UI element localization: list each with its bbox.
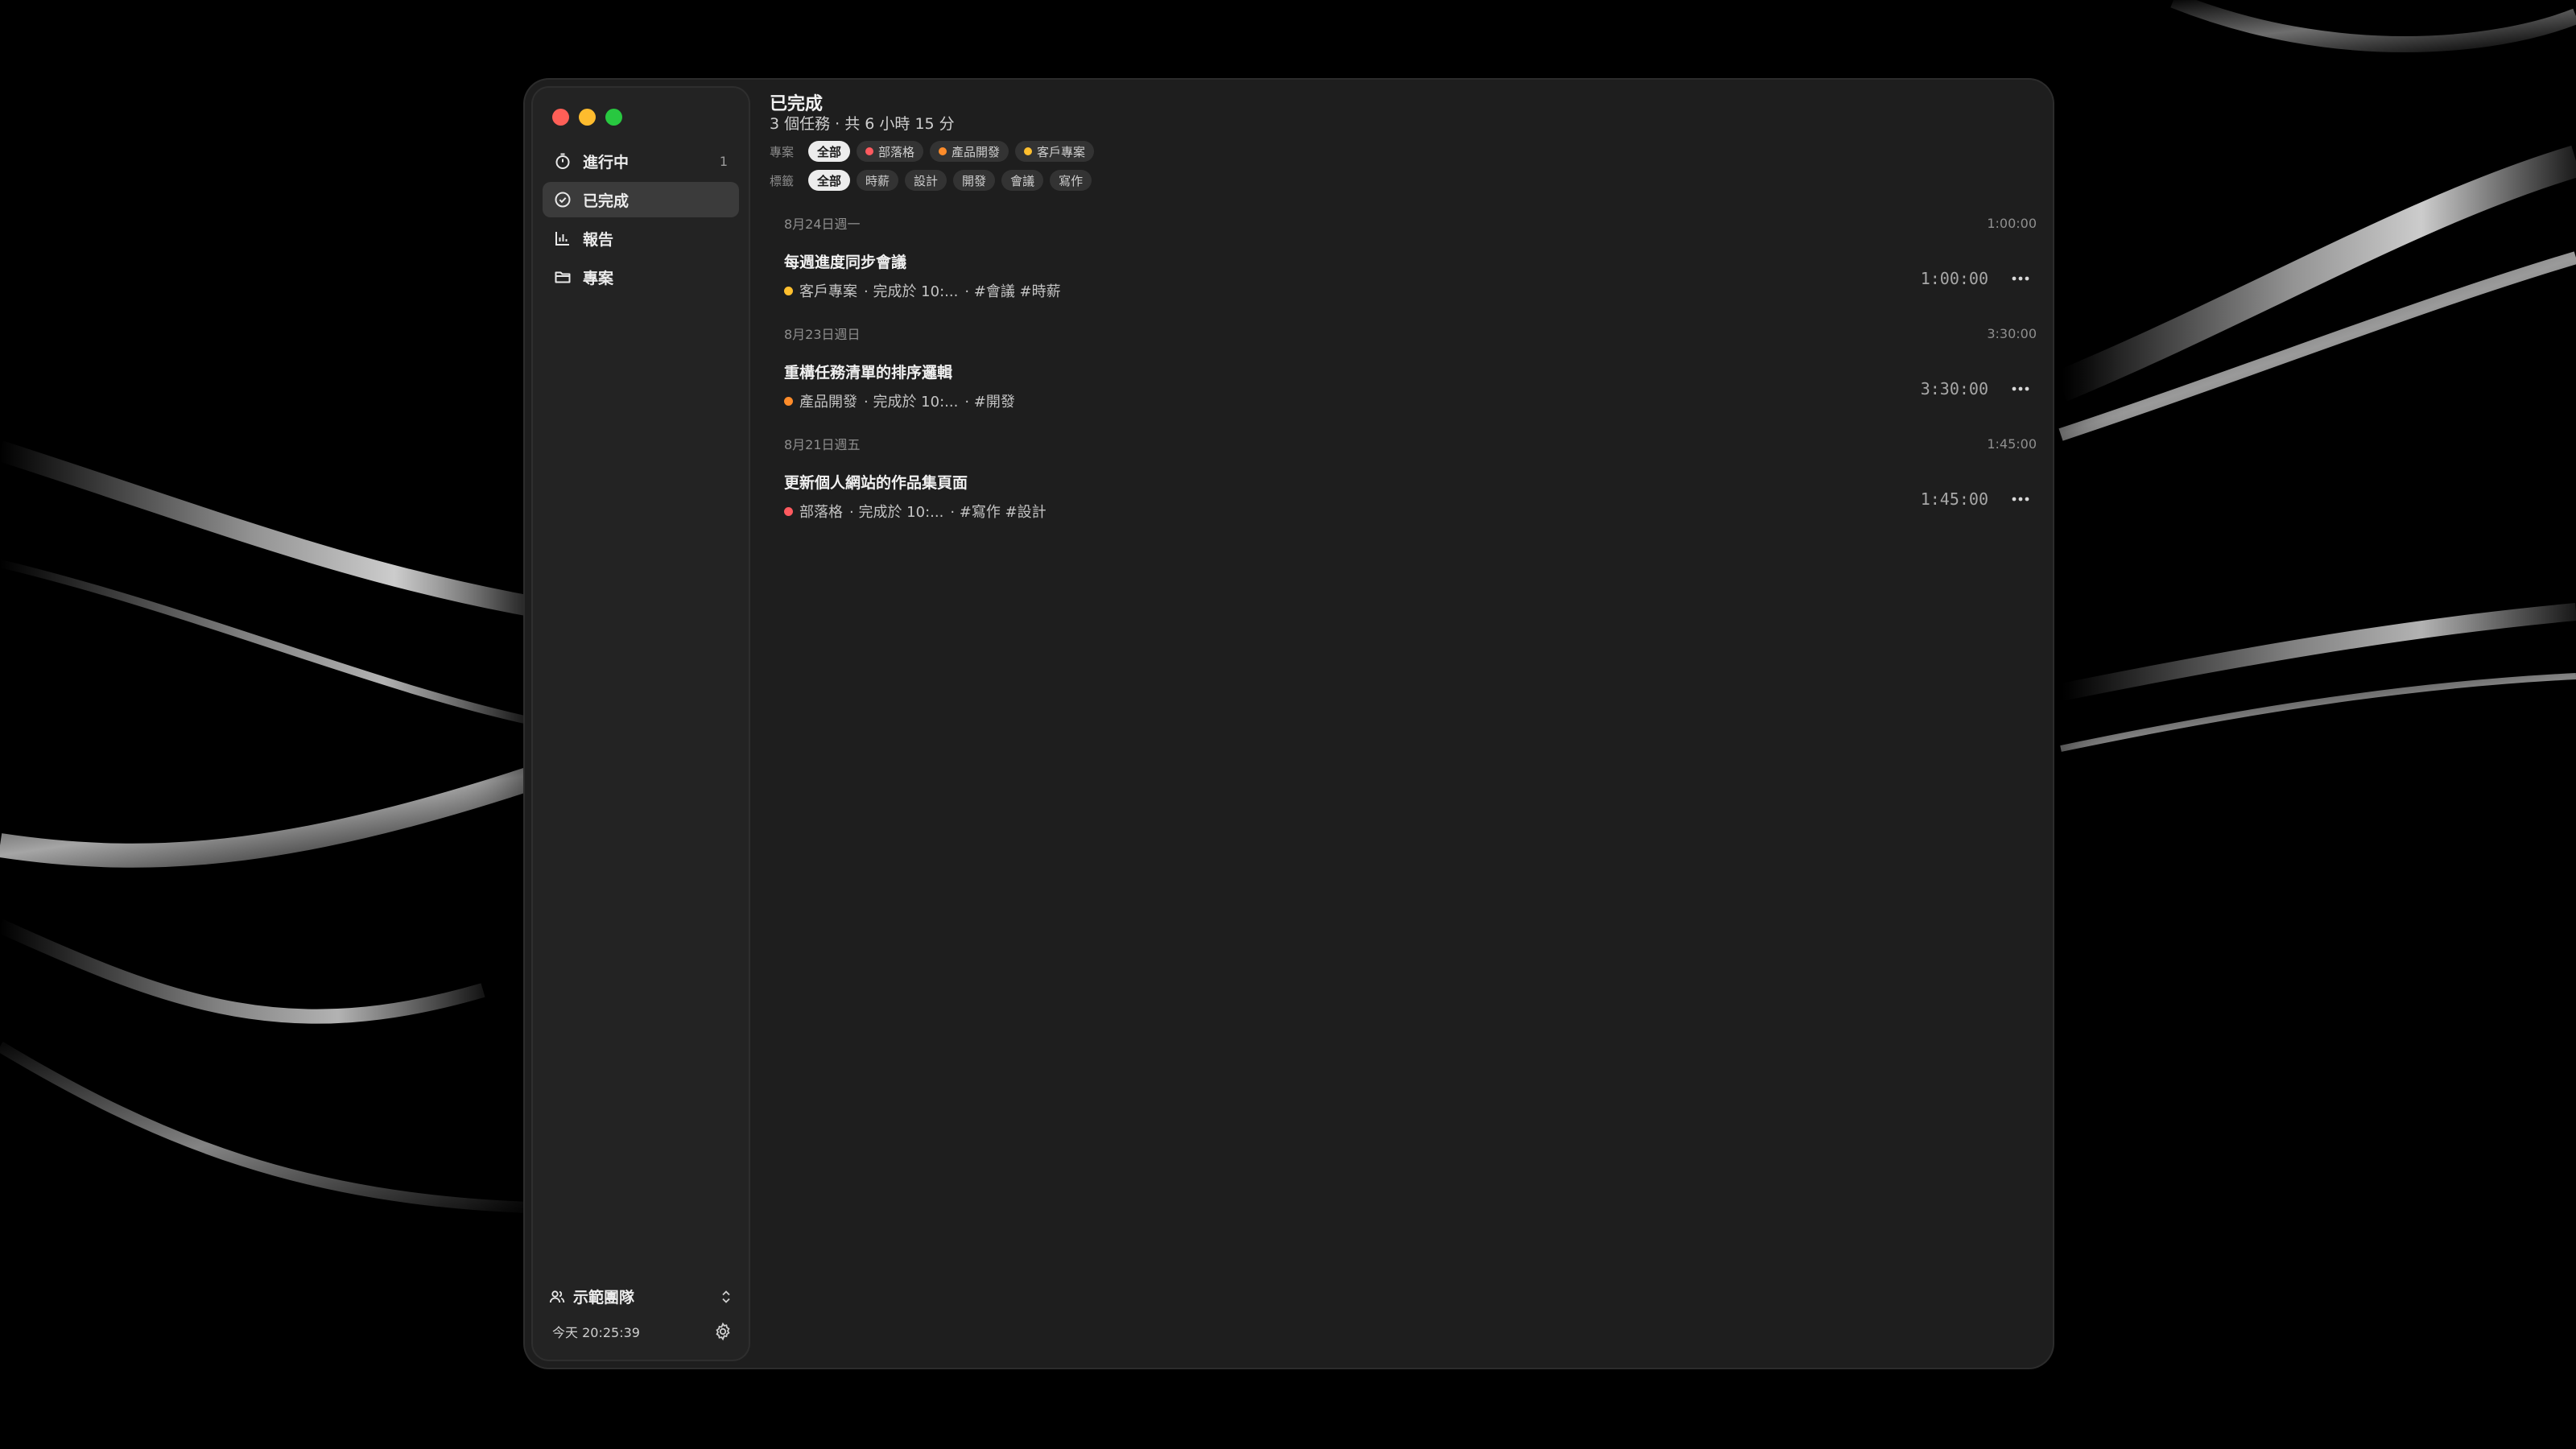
project-filter-row: 專案 全部 部落格 產品開發 客戶專案	[770, 141, 1095, 162]
tag-chip-writing[interactable]: 寫作	[1050, 170, 1092, 191]
group-date: 8月21日週五	[784, 437, 861, 452]
project-color-dot	[939, 147, 947, 155]
date-group: 8月24日週一 1:00:00 每週進度同步會議 客戶專案 · 完成於 10:.…	[784, 208, 2037, 319]
sidebar-nav: 進行中 1 已完成 報告 專案	[543, 143, 739, 298]
task-title: 每週進度同步會議	[784, 254, 907, 271]
project-chip-blog[interactable]: 部落格	[857, 141, 924, 162]
task-duration: 1:00:00	[1920, 268, 1988, 288]
task-tags: · #開發	[964, 394, 1015, 411]
group-total: 1:45:00	[1987, 436, 2037, 452]
team-switcher[interactable]: 示範團隊	[549, 1286, 733, 1307]
task-title: 更新個人網站的作品集頁面	[784, 474, 968, 492]
task-completed-time: · 完成於 10:...	[864, 394, 959, 411]
close-window-button[interactable]	[552, 109, 569, 126]
tag-filter-row: 標籤 全部 時薪 設計 開發 會議 寫作	[770, 170, 1092, 191]
more-options-icon[interactable]	[2004, 487, 2037, 511]
tag-chip-all[interactable]: 全部	[808, 170, 851, 191]
check-circle-icon	[554, 191, 572, 208]
filter-label: 標籤	[770, 173, 795, 188]
more-options-icon[interactable]	[2004, 377, 2037, 401]
sidebar-item-label: 報告	[583, 230, 614, 249]
task-row[interactable]: 更新個人網站的作品集頁面 部落格 · 完成於 10:... · #寫作 #設計 …	[784, 458, 2037, 539]
window-controls	[552, 109, 622, 126]
project-chip-client[interactable]: 客戶專案	[1015, 141, 1095, 162]
project-color-dot	[784, 506, 793, 516]
group-date: 8月24日週一	[784, 217, 861, 232]
chip-label: 部落格	[878, 144, 915, 159]
zoom-window-button[interactable]	[605, 109, 622, 126]
tag-chip-dev[interactable]: 開發	[953, 170, 996, 191]
task-tags: · #會議 #時薪	[964, 283, 1061, 300]
chevron-up-down-icon	[720, 1289, 733, 1305]
clock-row: 今天 20:25:39	[552, 1322, 733, 1341]
task-meta: 部落格 · 完成於 10:... · #寫作 #設計	[784, 501, 1921, 522]
date-group-header: 8月21日週五 1:45:00	[784, 429, 2037, 458]
task-project: 客戶專案	[799, 283, 857, 300]
page-subtitle: 3 個任務 · 共 6 小時 15 分	[770, 115, 955, 133]
task-body: 重構任務清單的排序邏輯 產品開發 · 完成於 10:... · #開發	[784, 361, 1921, 411]
task-tags: · #寫作 #設計	[950, 504, 1046, 521]
sidebar-item-label: 已完成	[583, 192, 630, 210]
date-group: 8月23日週日 3:30:00 重構任務清單的排序邏輯 產品開發 · 完成於 1…	[784, 319, 2037, 429]
gear-icon[interactable]	[713, 1322, 733, 1341]
users-icon	[549, 1289, 565, 1305]
project-color-dot	[865, 147, 874, 155]
filter-label: 專案	[770, 144, 795, 159]
task-duration: 1:45:00	[1920, 489, 1988, 509]
completed-task-list: 8月24日週一 1:00:00 每週進度同步會議 客戶專案 · 完成於 10:.…	[784, 208, 2037, 539]
group-date: 8月23日週日	[784, 327, 861, 342]
task-completed-time: · 完成於 10:...	[849, 504, 944, 521]
sidebar-item-projects[interactable]: 專案	[543, 259, 739, 295]
task-duration: 3:30:00	[1920, 378, 1988, 398]
task-project: 部落格	[799, 504, 843, 521]
project-chip-product[interactable]: 產品開發	[930, 141, 1009, 162]
app-window: 進行中 1 已完成 報告 專案 示範團隊 今天 20:25:39 已完成 3 個…	[525, 80, 2053, 1368]
current-time: 今天 20:25:39	[552, 1325, 640, 1340]
folder-icon	[554, 268, 572, 286]
task-body: 更新個人網站的作品集頁面 部落格 · 完成於 10:... · #寫作 #設計	[784, 471, 1921, 522]
sidebar: 進行中 1 已完成 報告 專案 示範團隊 今天 20:25:39	[531, 86, 750, 1361]
project-color-dot	[1024, 147, 1033, 155]
task-project: 產品開發	[799, 394, 857, 411]
task-row[interactable]: 重構任務清單的排序邏輯 產品開發 · 完成於 10:... · #開發 3:30…	[784, 348, 2037, 429]
sidebar-item-label: 專案	[583, 269, 614, 287]
team-name: 示範團隊	[573, 1289, 635, 1307]
group-total: 1:00:00	[1987, 215, 2037, 231]
sidebar-item-reports[interactable]: 報告	[543, 221, 739, 256]
sidebar-item-completed[interactable]: 已完成	[543, 182, 739, 217]
group-total: 3:30:00	[1987, 325, 2037, 341]
chip-label: 產品開發	[952, 144, 1001, 159]
date-group-header: 8月23日週日 3:30:00	[784, 319, 2037, 348]
sidebar-item-label: 進行中	[583, 153, 630, 171]
minimize-window-button[interactable]	[579, 109, 596, 126]
tag-chip-hourly[interactable]: 時薪	[857, 170, 899, 191]
project-chip-all[interactable]: 全部	[808, 141, 851, 162]
task-completed-time: · 完成於 10:...	[864, 283, 959, 300]
count-badge: 1	[719, 153, 728, 169]
sidebar-item-in-progress[interactable]: 進行中 1	[543, 143, 739, 179]
timer-icon	[554, 152, 572, 170]
tag-chip-design[interactable]: 設計	[905, 170, 947, 191]
task-meta: 產品開發 · 完成於 10:... · #開發	[784, 390, 1921, 411]
chip-label: 客戶專案	[1037, 144, 1086, 159]
main-content: 已完成 3 個任務 · 共 6 小時 15 分 專案 全部 部落格 產品開發 客…	[768, 80, 2053, 1368]
date-group-header: 8月24日週一 1:00:00	[784, 208, 2037, 237]
more-options-icon[interactable]	[2004, 266, 2037, 291]
bar-chart-icon	[554, 229, 572, 247]
project-color-dot	[784, 396, 793, 406]
task-row[interactable]: 每週進度同步會議 客戶專案 · 完成於 10:... · #會議 #時薪 1:0…	[784, 237, 2037, 319]
task-meta: 客戶專案 · 完成於 10:... · #會議 #時薪	[784, 280, 1921, 301]
project-color-dot	[784, 286, 793, 295]
task-title: 重構任務清單的排序邏輯	[784, 364, 953, 382]
tag-chip-meeting[interactable]: 會議	[1001, 170, 1044, 191]
date-group: 8月21日週五 1:45:00 更新個人網站的作品集頁面 部落格 · 完成於 1…	[784, 429, 2037, 539]
task-body: 每週進度同步會議 客戶專案 · 完成於 10:... · #會議 #時薪	[784, 250, 1921, 301]
